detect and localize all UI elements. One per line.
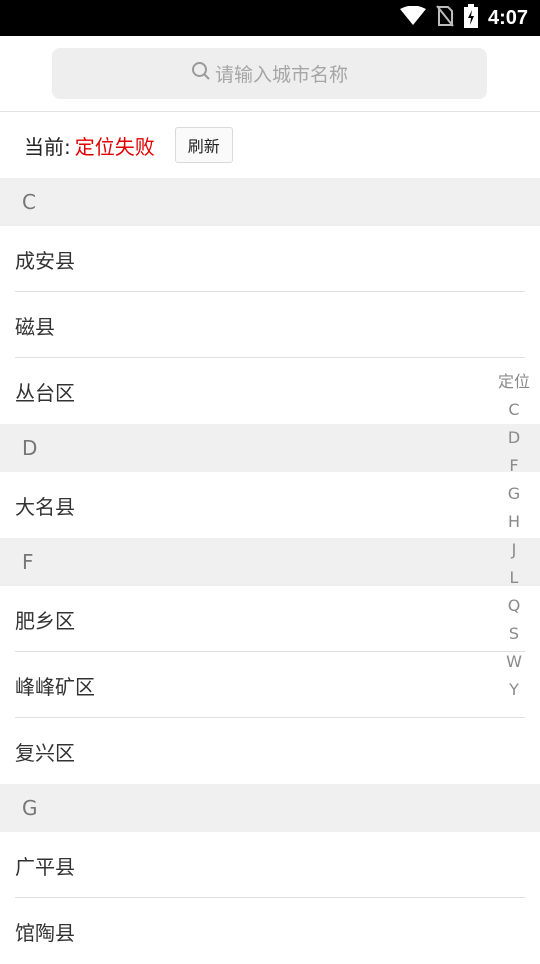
city-item[interactable]: 肥乡区 (0, 586, 540, 652)
section-header-d: D (0, 424, 540, 472)
index-item-h[interactable]: H (508, 508, 520, 536)
city-item[interactable]: 峰峰矿区 (0, 652, 540, 718)
alphabet-index-bar[interactable]: 定位 C D F G H J L Q S W Y (496, 368, 532, 704)
section-header-g: G (0, 784, 540, 832)
city-item[interactable]: 磁县 (0, 292, 540, 358)
current-location-label: 当前: (24, 134, 71, 159)
index-item-c[interactable]: C (508, 396, 519, 424)
index-item-y[interactable]: Y (509, 676, 519, 704)
status-bar: 4:07 (0, 0, 540, 36)
search-icon (191, 61, 215, 86)
status-icons: 4:07 (399, 0, 528, 36)
index-item-q[interactable]: Q (508, 592, 521, 620)
index-item-d[interactable]: D (508, 424, 520, 452)
search-input[interactable]: 请输入城市名称 (52, 48, 487, 99)
city-item[interactable]: 馆陶县 (0, 898, 540, 964)
index-item-location[interactable]: 定位 (498, 368, 530, 396)
index-item-s[interactable]: S (509, 620, 519, 648)
city-item[interactable]: 丛台区 (0, 358, 540, 424)
current-location-row: 当前: 定位失败 刷新 (0, 112, 540, 178)
index-item-l[interactable]: L (510, 564, 519, 592)
index-item-w[interactable]: W (506, 648, 522, 676)
city-item[interactable]: 复兴区 (0, 718, 540, 784)
refresh-button[interactable]: 刷新 (174, 127, 233, 163)
index-item-j[interactable]: J (512, 536, 517, 564)
city-list: C 成安县 磁县 丛台区 D 大名县 F 肥乡区 峰峰矿区 复兴区 G 广平县 … (0, 178, 540, 964)
city-item[interactable]: 广平县 (0, 832, 540, 898)
city-item[interactable]: 大名县 (0, 472, 540, 538)
battery-charging-icon (463, 4, 478, 32)
search-area: 请输入城市名称 (0, 36, 540, 112)
city-item[interactable]: 成安县 (0, 226, 540, 292)
section-header-f: F (0, 538, 540, 586)
wifi-icon (399, 5, 426, 30)
index-item-g[interactable]: G (508, 480, 520, 508)
search-placeholder: 请输入城市名称 (214, 64, 348, 86)
status-time: 4:07 (487, 6, 528, 29)
no-sim-icon (436, 5, 454, 31)
section-header-c: C (0, 178, 540, 226)
index-item-f[interactable]: F (509, 452, 518, 480)
current-location-value: 定位失败 (74, 134, 155, 159)
